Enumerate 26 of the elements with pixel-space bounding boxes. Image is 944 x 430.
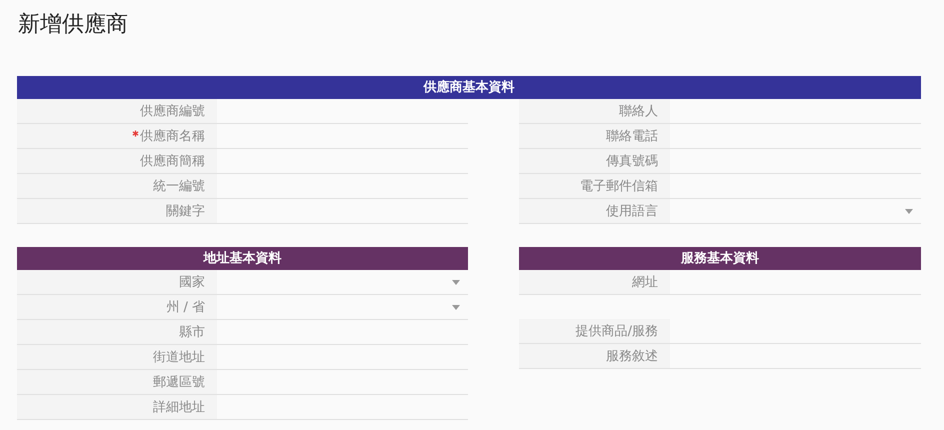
field-label: 聯絡電話	[606, 128, 658, 145]
field-label: 服務敘述	[606, 348, 658, 365]
field-label: 提供商品/服務	[576, 323, 658, 340]
field-label: 供應商名稱	[140, 128, 205, 145]
field-label: 關鍵字	[166, 203, 205, 220]
section-header: 地址基本資料	[17, 247, 468, 270]
caret-icon	[452, 280, 460, 284]
field-label: 國家	[179, 274, 205, 291]
field-label: 供應商簡稱	[140, 153, 205, 170]
field-label: 使用語言	[606, 203, 658, 220]
section-header: 供應商基本資料	[17, 76, 921, 99]
section-header: 服務基本資料	[519, 247, 921, 270]
field-label: 郵遞區號	[153, 374, 205, 391]
page-title: 新增供應商	[18, 11, 129, 39]
field-label: 網址	[632, 274, 658, 291]
field-label: 傳真號碼	[606, 153, 658, 170]
field-label: 聯絡人	[619, 103, 658, 120]
field-label: 詳細地址	[153, 399, 205, 416]
field-label: 供應商編號	[140, 103, 205, 120]
field-label: 州 / 省	[166, 299, 205, 316]
field-label: 街道地址	[153, 349, 205, 366]
field-label: 縣市	[179, 324, 205, 341]
caret-icon	[452, 304, 460, 310]
caret-icon	[905, 208, 913, 214]
field-label: 統一編號	[153, 178, 205, 195]
field-label: 電子郵件信箱	[580, 178, 658, 195]
